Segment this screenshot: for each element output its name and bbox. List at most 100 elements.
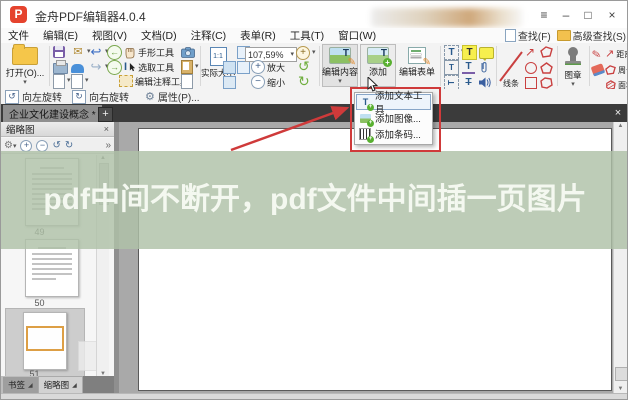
- print-button[interactable]: [53, 60, 68, 74]
- doc-scroll-up-icon[interactable]: ▲: [614, 123, 627, 129]
- print-icon: [53, 63, 68, 74]
- perimeter-tool-button[interactable]: 周长: [605, 63, 628, 77]
- distance-tool-button[interactable]: ↗距离: [605, 47, 628, 61]
- sidebar-more-icon[interactable]: »: [105, 140, 111, 151]
- next-view-button[interactable]: →: [107, 60, 122, 74]
- hand-tool-button[interactable]: 手形工具: [124, 45, 174, 59]
- find-button[interactable]: 查找(F): [505, 28, 551, 43]
- menu-window[interactable]: 窗口(W): [331, 28, 383, 43]
- sound-annotation-button[interactable]: [479, 75, 492, 89]
- textbox-icon: T: [444, 45, 459, 60]
- zoom-level-value: 107,59%: [248, 50, 284, 60]
- new-page-icon: [71, 74, 83, 89]
- search-page-button[interactable]: [181, 74, 193, 88]
- eraser-tool-button[interactable]: [592, 63, 604, 77]
- arrow-shape-icon: ↗: [525, 46, 535, 58]
- bookmarks-tab[interactable]: 书签 ◢: [3, 377, 38, 393]
- menu-file[interactable]: 文件: [1, 28, 36, 43]
- rotate-view-right-button[interactable]: ↻: [298, 74, 310, 88]
- rotate-page-right-button[interactable]: ↻ 向右旋转: [72, 89, 129, 104]
- zoom-out-button[interactable]: − 缩小: [251, 75, 285, 89]
- thumbnails-tab[interactable]: 缩略图 ◢: [38, 376, 83, 393]
- rotated-text-tool-button[interactable]: T: [444, 75, 459, 89]
- typewriter-tool-button[interactable]: T: [444, 60, 459, 74]
- advanced-find-button[interactable]: 高级查找(S): [557, 28, 626, 43]
- rectangle-tool-button[interactable]: [525, 76, 537, 90]
- sticky-note-button[interactable]: [479, 45, 494, 59]
- menu-annotation[interactable]: 注释(C): [184, 28, 234, 43]
- polygon-line-tool-button[interactable]: [540, 45, 553, 59]
- rotate-page-left-button[interactable]: ↺ 向左旋转: [5, 89, 62, 104]
- thumbnail-page-51[interactable]: [23, 312, 67, 370]
- redo-icon: ↪: [89, 60, 103, 74]
- thumbnail-zoom-out-icon[interactable]: −: [36, 140, 48, 152]
- sidebar-bottom-tabs: 书签 ◢ 缩略图 ◢: [1, 376, 114, 393]
- select-tool-button[interactable]: I 选取工具: [124, 60, 174, 74]
- cloud-tool-button[interactable]: [540, 76, 553, 90]
- menu-tools[interactable]: 工具(T): [283, 28, 331, 43]
- rotate-view-left-button[interactable]: ↺: [298, 59, 310, 73]
- fit-height-button[interactable]: [223, 75, 236, 89]
- doc-scroll-down-icon[interactable]: ▼: [614, 386, 627, 392]
- menu-document[interactable]: 文档(D): [134, 28, 184, 43]
- edit-annotation-tool-button[interactable]: 编辑注释工具: [119, 74, 189, 88]
- thumbnail-rotate-right-icon[interactable]: ↻: [65, 140, 73, 151]
- snapshot-button[interactable]: [181, 45, 195, 59]
- properties-button[interactable]: ⚙ 属性(P)...: [145, 89, 200, 104]
- ellipse-tool-button[interactable]: [525, 61, 537, 75]
- strikethrough-icon: T: [462, 77, 475, 88]
- rotate-left-icon: ↺: [5, 90, 19, 104]
- stamp-tool-button[interactable]: [71, 60, 84, 74]
- menu-form[interactable]: 表单(R): [233, 28, 283, 43]
- arrow-tool-button[interactable]: ↗: [525, 45, 535, 59]
- undo-button[interactable]: ↩▾: [89, 45, 109, 59]
- menu-edit[interactable]: 编辑(E): [36, 28, 85, 43]
- strikethrough-text-button[interactable]: T: [462, 75, 475, 89]
- paste-button[interactable]: ▾: [181, 60, 199, 74]
- attach-file-button[interactable]: [479, 60, 489, 74]
- menu-view[interactable]: 视图(V): [85, 28, 134, 43]
- fit-visible-button[interactable]: [237, 60, 250, 74]
- save-icon: [53, 46, 65, 58]
- zoom-in-button[interactable]: + 放大: [251, 60, 285, 74]
- annotation-red-box: [350, 87, 441, 152]
- maximize-button[interactable]: □: [579, 7, 597, 23]
- send-mail-button[interactable]: ✉▾: [71, 45, 91, 59]
- title-bar: P 金舟PDF编辑器4.0.4 ≡ – □ ×: [1, 1, 628, 29]
- highlight-text-button[interactable]: T: [462, 45, 477, 59]
- minimize-button[interactable]: –: [557, 7, 575, 23]
- sidebar-tabs-filler: [83, 376, 114, 393]
- underline-text-button[interactable]: T: [462, 60, 475, 74]
- stamp-icon: [562, 46, 584, 68]
- close-document-icon[interactable]: ×: [611, 106, 625, 120]
- app-logo-icon: P: [10, 6, 27, 23]
- sidebar-options-icon[interactable]: ⚙▾: [4, 140, 16, 151]
- new-document-button[interactable]: ▾: [71, 74, 89, 88]
- redo-button[interactable]: ↪▾: [89, 60, 109, 74]
- document-tab[interactable]: 企业文化建设概念 *: [3, 105, 102, 122]
- hamburger-menu-icon[interactable]: ≡: [535, 7, 553, 23]
- cloud-polygon-icon: [540, 77, 553, 89]
- sidebar-close-icon[interactable]: ×: [104, 124, 109, 134]
- polyline-icon: [540, 46, 553, 58]
- thumbnail-zoom-in-icon[interactable]: +: [20, 140, 32, 152]
- export-button[interactable]: ▾: [53, 74, 71, 88]
- pentagon-tool-button[interactable]: [540, 61, 553, 75]
- pencil-tool-button[interactable]: ✎: [592, 47, 601, 61]
- add-button[interactable]: T+ 添加: [360, 44, 396, 87]
- doc-scroll-thumb[interactable]: [615, 367, 628, 381]
- close-button[interactable]: ×: [603, 7, 621, 23]
- blue-stamp-icon: [71, 64, 84, 73]
- edit-form-button[interactable]: ✎ 编辑表单: [396, 44, 438, 87]
- edit-content-button[interactable]: T✎ 编辑内容 ▾: [322, 44, 358, 87]
- pdf-editor-window: P 金舟PDF编辑器4.0.4 ≡ – □ × 文件 编辑(E) 视图(V) 文…: [0, 0, 628, 400]
- thumbnail-rotate-left-icon[interactable]: ↺: [52, 140, 60, 151]
- open-button[interactable]: 打开(O)... ▾: [3, 45, 47, 87]
- fit-page-button[interactable]: [223, 60, 236, 74]
- save-button[interactable]: [53, 45, 65, 59]
- stamp-button[interactable]: 图章 ▾: [559, 46, 587, 88]
- new-tab-button[interactable]: +: [98, 107, 113, 122]
- back-arrow-icon: ←: [107, 45, 122, 60]
- rotate-right-icon: ↻: [72, 90, 86, 104]
- previous-view-button[interactable]: ←: [107, 45, 122, 59]
